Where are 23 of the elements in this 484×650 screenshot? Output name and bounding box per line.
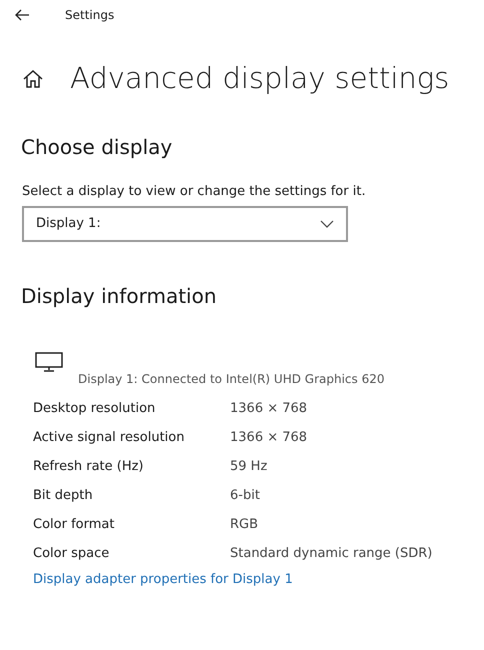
home-icon [22,68,44,88]
section-heading: Choose display [21,137,174,157]
info-value: RGB [230,516,258,534]
info-label: Color format [33,516,116,534]
info-label: Refresh rate (Hz) [33,458,145,476]
info-label: Color space [33,544,110,562]
connection-text: Display 1: Connected to Intel(R) UHD Graphics 620 [78,370,386,388]
description-text: Select a display to view or change the settings for it. [22,183,367,201]
info-label: Bit depth [33,486,94,504]
adapter-properties-link[interactable]: Display adapter properties for Display 1 [33,570,293,589]
chevron-down-icon [320,220,334,228]
info-value: 6-bit [230,486,260,504]
section-heading: Display information [21,286,218,306]
info-label: Desktop resolution [33,400,156,418]
display-dropdown[interactable]: Display 1: [22,206,348,242]
window-title: Settings [65,7,114,24]
info-value: 1366 × 768 [230,428,308,446]
info-label: Active signal resolution [33,428,186,446]
monitor-icon [35,352,63,372]
info-value: 1366 × 768 [230,400,308,418]
page-title: Advanced display settings [70,64,450,93]
info-value: 59 Hz [230,458,268,476]
info-value: Standard dynamic range (SDR) [230,544,432,562]
